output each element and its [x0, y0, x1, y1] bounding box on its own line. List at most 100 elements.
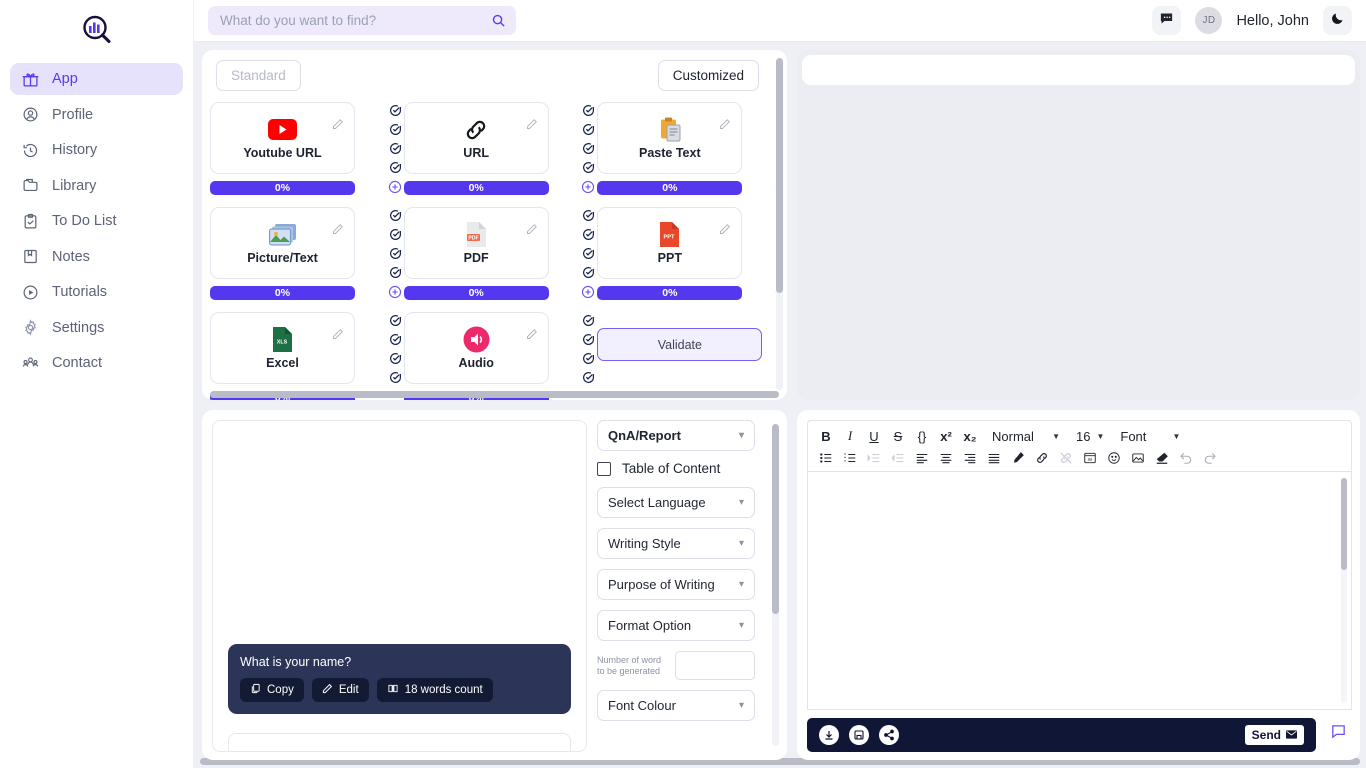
sidebar-item-to-do-list[interactable]: To Do List [10, 205, 183, 237]
search-input[interactable] [220, 13, 504, 28]
source-progress-bar[interactable]: 0% [210, 181, 355, 195]
check-circle-icon[interactable] [582, 209, 595, 222]
check-circle-icon[interactable] [582, 228, 595, 241]
editor-vertical-scrollbar[interactable] [1341, 478, 1347, 703]
pencil-icon[interactable] [526, 327, 538, 345]
sidebar-item-contact[interactable]: Contact [10, 347, 183, 379]
edit-button[interactable]: Edit [311, 678, 369, 702]
source-card-youtube-url[interactable]: Youtube URL [210, 102, 355, 174]
source-card-picture-text[interactable]: Picture/Text [210, 207, 355, 279]
check-circle-icon[interactable] [389, 333, 402, 346]
source-progress-bar[interactable]: 0% [210, 286, 355, 300]
italic-button[interactable]: I [838, 425, 862, 447]
align-right-icon[interactable] [958, 447, 982, 469]
feedback-button[interactable] [1152, 6, 1182, 35]
emoji-icon[interactable] [1102, 447, 1126, 469]
search-icon[interactable] [491, 13, 506, 28]
pencil-icon[interactable] [526, 117, 538, 135]
check-circle-icon[interactable] [389, 266, 402, 279]
superscript-button[interactable]: x² [934, 425, 958, 447]
code-block-button[interactable]: {} [910, 425, 934, 447]
subscript-button[interactable]: x₂ [958, 425, 982, 447]
share-button[interactable] [879, 725, 899, 745]
avatar[interactable]: JD [1195, 7, 1223, 34]
format-option-select[interactable]: Format Option ▾ [597, 610, 755, 641]
check-circle-icon[interactable] [389, 247, 402, 260]
sources-horizontal-scrollbar[interactable] [210, 391, 779, 398]
check-circle-icon[interactable] [389, 104, 402, 117]
source-card-pdf[interactable]: PDF PDF [403, 207, 549, 279]
check-circle-icon[interactable] [389, 142, 402, 155]
options-vertical-scrollbar[interactable] [772, 424, 779, 746]
send-button[interactable]: Send [1244, 725, 1304, 745]
source-card-url[interactable]: URL [403, 102, 549, 174]
font-family-select[interactable]: Font ▼ [1114, 425, 1186, 447]
check-circle-icon[interactable] [582, 371, 595, 384]
chat-fab-button[interactable] [1324, 723, 1352, 740]
sidebar-item-settings[interactable]: Settings [10, 312, 183, 344]
check-circle-icon[interactable] [389, 123, 402, 136]
check-circle-icon[interactable] [582, 104, 595, 117]
language-select[interactable]: Select Language ▾ [597, 487, 755, 518]
strikethrough-button[interactable]: S [886, 425, 910, 447]
check-circle-icon[interactable] [582, 247, 595, 260]
check-circle-icon[interactable] [582, 333, 595, 346]
check-circle-icon[interactable] [389, 228, 402, 241]
indent-increase-icon[interactable] [862, 447, 886, 469]
sidebar-item-profile[interactable]: Profile [10, 99, 183, 131]
sidebar-item-library[interactable]: Library [10, 170, 183, 202]
copy-button[interactable]: Copy [240, 678, 304, 702]
app-logo[interactable] [80, 13, 114, 47]
validate-button[interactable]: Validate [597, 328, 763, 361]
ordered-list-icon[interactable] [814, 447, 838, 469]
editor-content-area[interactable] [807, 471, 1352, 710]
link-icon[interactable] [1030, 447, 1054, 469]
pen-icon[interactable] [1006, 447, 1030, 469]
sidebar-item-app[interactable]: App [10, 63, 183, 95]
source-card-paste-text[interactable]: Paste Text [597, 102, 743, 174]
pencil-icon[interactable] [332, 327, 344, 345]
check-circle-icon[interactable] [582, 266, 595, 279]
scrollbar-thumb[interactable] [772, 424, 779, 614]
source-progress-bar[interactable]: 0% [403, 286, 549, 300]
sidebar-item-notes[interactable]: Notes [10, 241, 183, 273]
download-button[interactable] [819, 725, 839, 745]
source-progress-bar[interactable]: 0% [403, 181, 549, 195]
add-circle-icon[interactable] [388, 285, 402, 299]
report-type-select[interactable]: QnA/Report ▾ [597, 420, 755, 451]
add-circle-icon[interactable] [581, 180, 595, 194]
standard-mode-button[interactable]: Standard [216, 60, 301, 91]
source-progress-bar[interactable]: 0% [597, 286, 743, 300]
sidebar-item-tutorials[interactable]: Tutorials [10, 276, 183, 308]
output-text-box[interactable]: What is your name? Copy Edit 18 words co… [212, 420, 587, 752]
undo-icon[interactable] [1174, 447, 1198, 469]
scrollbar-thumb[interactable] [776, 58, 783, 293]
source-progress-bar[interactable]: 0% [597, 181, 743, 195]
pencil-icon[interactable] [332, 117, 344, 135]
pencil-icon[interactable] [719, 117, 731, 135]
eraser-icon[interactable] [1150, 447, 1174, 469]
font-size-select[interactable]: 16 ▼ [1070, 425, 1110, 447]
check-circle-icon[interactable] [582, 161, 595, 174]
writing-style-select[interactable]: Writing Style ▾ [597, 528, 755, 559]
check-circle-icon[interactable] [582, 142, 595, 155]
check-circle-icon[interactable] [389, 371, 402, 384]
check-circle-icon[interactable] [582, 123, 595, 136]
table-of-content-row[interactable]: Table of Content [597, 461, 767, 476]
source-card-audio[interactable]: Audio [403, 312, 549, 384]
purpose-of-writing-select[interactable]: Purpose of Writing ▾ [597, 569, 755, 600]
redo-icon[interactable] [1198, 447, 1222, 469]
customized-mode-button[interactable]: Customized [657, 60, 759, 91]
sources-vertical-scrollbar[interactable] [776, 58, 783, 390]
heading-select[interactable]: Normal ▼ [986, 425, 1066, 447]
add-circle-icon[interactable] [581, 285, 595, 299]
word-export-icon[interactable]: W [1078, 447, 1102, 469]
check-circle-icon[interactable] [389, 161, 402, 174]
bold-button[interactable]: B [814, 425, 838, 447]
underline-button[interactable]: U [862, 425, 886, 447]
check-circle-icon[interactable] [389, 209, 402, 222]
font-colour-select[interactable]: Font Colour ▾ [597, 690, 755, 721]
search-box[interactable] [208, 6, 516, 35]
image-insert-icon[interactable] [1126, 447, 1150, 469]
align-left-icon[interactable] [910, 447, 934, 469]
